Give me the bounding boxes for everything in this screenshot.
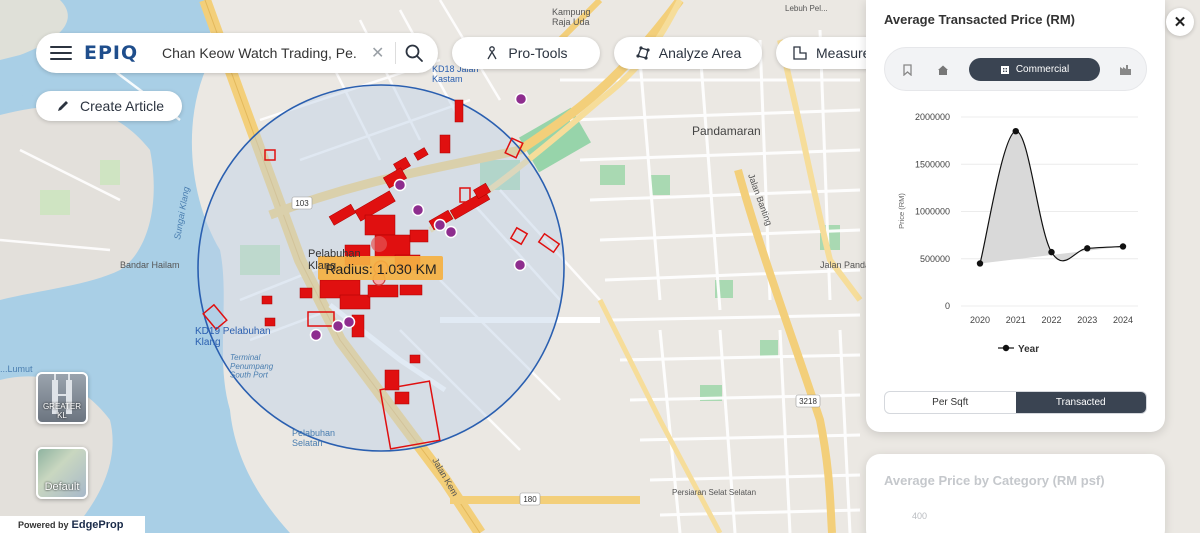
- label-kampung-raja-uda: Kampung Raja Uda: [552, 7, 591, 27]
- panel-title: Average Transacted Price (RM): [884, 12, 1075, 27]
- y-axis-label: Price (RM): [897, 193, 906, 229]
- legend-label: Year: [1018, 344, 1039, 355]
- powered-by[interactable]: Powered by EdgeProp: [0, 516, 145, 533]
- tab-bookmark[interactable]: [895, 58, 919, 81]
- data-point: [1048, 248, 1055, 256]
- powered-by-label: Powered by: [18, 519, 69, 530]
- analyze-area-button[interactable]: Analyze Area: [614, 37, 762, 69]
- close-button[interactable]: ✕: [1166, 8, 1194, 36]
- x-tick-label: 2022: [1041, 315, 1061, 325]
- search-input[interactable]: [162, 45, 357, 61]
- road-180-label: 180: [523, 495, 537, 504]
- toggle-transacted[interactable]: Transacted: [1015, 392, 1146, 413]
- label-lebuh-pelabuhan: Lebuh Pel...: [785, 4, 828, 13]
- menu-icon[interactable]: [50, 46, 72, 60]
- x-tick-label: 2021: [1006, 315, 1026, 325]
- label-persiaran-selat-selatan: Persiaran Selat Selatan: [672, 488, 756, 497]
- label-pandamaran: Pandamaran: [692, 124, 761, 138]
- analyze-area-icon: [636, 46, 650, 60]
- measure-label: Measure: [816, 45, 871, 61]
- y-tick-label: 1500000: [915, 159, 950, 169]
- layer-default-label: Default: [44, 481, 80, 493]
- bookmark-icon: [902, 63, 912, 76]
- tab-commercial-label: Commercial: [1015, 64, 1070, 75]
- label-bandar-hailam: Bandar Hailam: [120, 260, 180, 270]
- layer-greater-kl-label: GREATER KL: [42, 402, 82, 420]
- close-icon: ✕: [1173, 14, 1187, 31]
- metric-toggle: Per Sqft Transacted: [884, 391, 1147, 414]
- search-separator: [395, 42, 396, 64]
- road-3218-label: 3218: [799, 397, 817, 406]
- ruler-icon: [793, 46, 807, 60]
- edgeprop-logo: EdgeProp: [71, 518, 124, 531]
- analyze-area-label: Analyze Area: [658, 45, 742, 61]
- pro-tools-icon: [487, 46, 497, 60]
- search-icon[interactable]: [404, 43, 424, 63]
- y-tick-label: 1000000: [915, 207, 950, 217]
- pro-tools-label: Pro-Tools: [508, 45, 568, 61]
- layer-default[interactable]: Default: [36, 447, 88, 499]
- x-tick-label: 2023: [1077, 315, 1097, 325]
- pro-tools-button[interactable]: Pro-Tools: [452, 37, 600, 69]
- radius-label: Radius: 1.030 KM: [325, 261, 436, 277]
- avg-price-by-category-panel: Average Price by Category (RM psf) 400: [866, 454, 1165, 533]
- factory-icon: [1119, 64, 1131, 75]
- building-icon: [1000, 65, 1009, 74]
- data-point: [976, 260, 984, 267]
- y-tick-label: 0: [945, 301, 950, 311]
- panel2-title: Average Price by Category (RM psf): [884, 473, 1105, 488]
- y-tick-label: 2000000: [915, 112, 950, 122]
- pencil-icon: [58, 101, 68, 111]
- tab-industrial[interactable]: [1113, 58, 1137, 81]
- road-103-label: 103: [295, 199, 309, 208]
- clear-icon[interactable]: ✕: [371, 43, 385, 63]
- legend: Year: [998, 344, 1039, 355]
- price-area-fill: [980, 131, 1123, 264]
- tab-residential[interactable]: [931, 58, 955, 81]
- toggle-per-sqft[interactable]: Per Sqft: [885, 392, 1016, 413]
- data-point: [1012, 127, 1019, 135]
- y-tick-label: 500000: [920, 254, 950, 264]
- create-article-button[interactable]: Create Article: [36, 91, 183, 121]
- legend-marker: [1002, 344, 1010, 352]
- epiq-logo: EPIQ: [84, 42, 139, 64]
- tab-commercial[interactable]: Commercial: [969, 58, 1100, 81]
- category-tabs: Commercial: [884, 47, 1147, 91]
- x-tick-label: 2024: [1113, 315, 1133, 325]
- home-icon: [938, 65, 948, 75]
- layer-greater-kl[interactable]: GREATER KL: [36, 372, 88, 424]
- data-point: [1084, 245, 1091, 252]
- create-article-label: Create Article: [80, 98, 165, 114]
- x-tick-label: 2020: [970, 315, 990, 325]
- data-point: [1119, 243, 1127, 250]
- search-bar: EPIQ ✕: [36, 33, 438, 73]
- price-line-chart: 0 500000 1000000 1500000 2000000 2020 2021 202…: [897, 112, 1138, 355]
- panel2-y-tick: 400: [912, 511, 928, 521]
- label-lumut: ...Lumut: [0, 364, 33, 374]
- avg-transacted-price-panel: Average Transacted Price (RM) Commercial…: [866, 0, 1165, 432]
